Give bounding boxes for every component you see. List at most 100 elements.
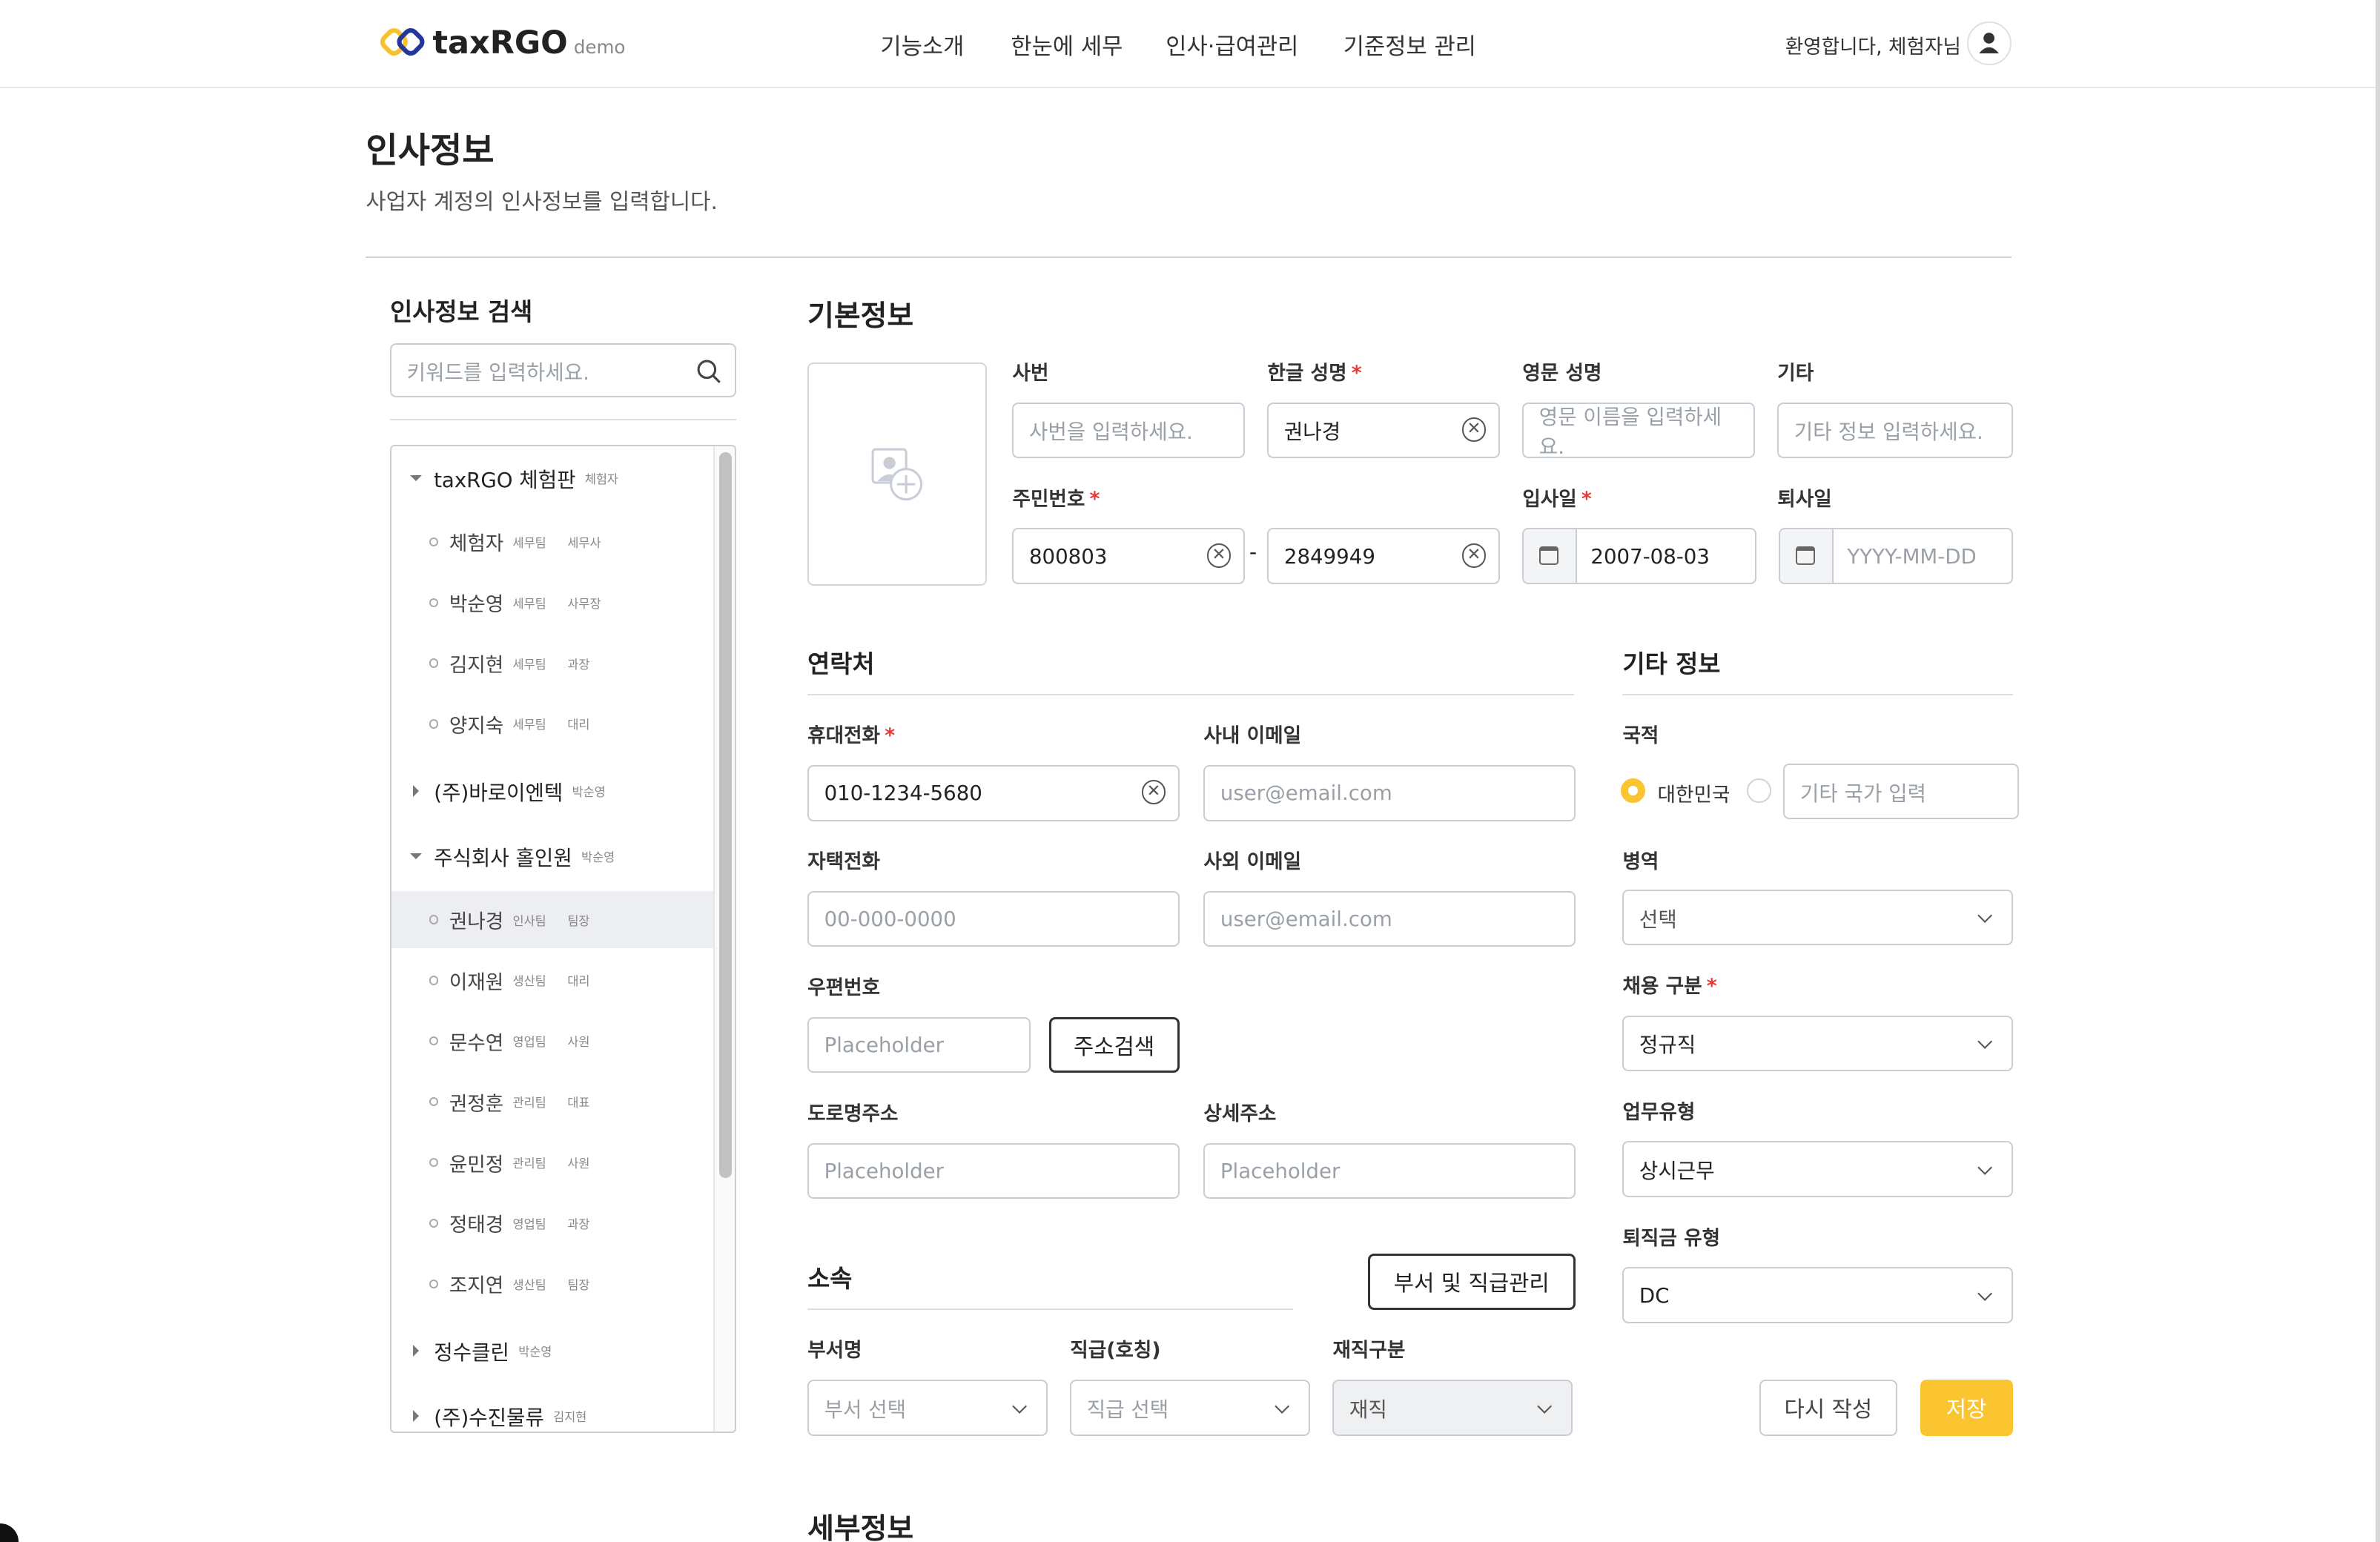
etc-input[interactable]: 기타 정보 입력하세요. — [1777, 402, 2013, 459]
rrn-front-input[interactable]: 800803 ✕ — [1012, 528, 1245, 585]
nav-tax-overview[interactable]: 한눈에 세무 — [1011, 27, 1123, 61]
rrn-back-input[interactable]: 2849949 ✕ — [1267, 528, 1500, 585]
caret-right-icon[interactable] — [412, 1344, 419, 1357]
bullet-icon[interactable] — [429, 537, 439, 546]
sidebar-search-input[interactable]: 키워드를 입력하세요. — [390, 343, 736, 398]
radio-korea-label[interactable]: 대한민국 — [1658, 778, 1731, 807]
rank-label: 직급(호칭) — [1070, 1339, 1161, 1363]
tree-group[interactable]: taxRGO 체험판 체험자 — [391, 448, 713, 509]
tree-item[interactable]: 정태경 영업팀 과장 — [391, 1194, 713, 1252]
tree-item-name: 조지연 — [449, 1274, 504, 1298]
chevron-down-icon — [1274, 1398, 1290, 1414]
dept-select[interactable]: 부서 선택 — [807, 1379, 1048, 1436]
bullet-icon[interactable] — [429, 719, 439, 729]
bullet-icon[interactable] — [429, 658, 439, 668]
radio-other-country[interactable] — [1747, 778, 1772, 803]
bullet-icon[interactable] — [429, 976, 439, 985]
tree-item-rank: 팀장 — [567, 913, 590, 928]
tree-group[interactable]: 주식회사 홀인원 박순영 — [391, 826, 713, 887]
tree-item[interactable]: 박순영 세무팀 사무장 — [391, 574, 713, 632]
eng-name-input[interactable]: 영문 이름을 입력하세요. — [1522, 402, 1755, 459]
detail-address-input[interactable]: Placeholder — [1203, 1142, 1576, 1199]
caret-right-icon[interactable] — [412, 1409, 419, 1422]
reset-button[interactable]: 다시 작성 — [1759, 1379, 1897, 1436]
tree-item-rank: 사원 — [567, 1156, 590, 1171]
mobile-input[interactable]: 010-1234-5680 ✕ — [807, 764, 1180, 821]
tree-item[interactable]: 이재원 생산팀 대리 — [391, 952, 713, 1010]
other-country-input[interactable]: 기타 국가 입력 — [1783, 763, 2019, 820]
logo-suffix: demo — [573, 36, 626, 58]
work-email-input[interactable]: user@email.com — [1203, 764, 1576, 821]
logo[interactable]: taxRGO demo — [380, 24, 626, 62]
nationality-label: 국적 — [1622, 724, 1659, 748]
severance-select[interactable]: DC — [1622, 1267, 2013, 1324]
tree-item-dept: 세무팀 — [512, 718, 546, 732]
caret-down-icon[interactable] — [409, 474, 422, 481]
photo-upload[interactable] — [807, 363, 987, 586]
nav-features[interactable]: 기능소개 — [880, 27, 964, 61]
rank-select[interactable]: 직급 선택 — [1070, 1379, 1310, 1436]
tree-item[interactable]: 체험자 세무팀 세무사 — [391, 513, 713, 571]
caret-right-icon[interactable] — [412, 784, 419, 797]
bullet-icon[interactable] — [429, 1097, 439, 1107]
tree-group[interactable]: (주)바로이엔텍 박순영 — [391, 761, 713, 821]
bullet-icon[interactable] — [429, 1158, 439, 1168]
status-select[interactable]: 재직 — [1332, 1379, 1573, 1436]
tree-group-owner: 박순영 — [581, 850, 615, 864]
tree-item[interactable]: 양지숙 세무팀 대리 — [391, 695, 713, 753]
tree-item[interactable]: 문수연 영업팀 사원 — [391, 1012, 713, 1070]
leave-date-input[interactable]: YYYY-MM-DD — [1779, 528, 2013, 585]
nav-hr-payroll[interactable]: 인사·급여관리 — [1166, 27, 1298, 61]
tree-item[interactable]: 윤민정 관리팀 사원 — [391, 1134, 713, 1191]
clear-icon[interactable]: ✕ — [1141, 780, 1166, 804]
emp-no-input[interactable]: 사번을 입력하세요. — [1012, 402, 1245, 459]
radio-korea[interactable] — [1621, 778, 1646, 803]
address-search-button[interactable]: 주소검색 — [1048, 1016, 1180, 1073]
search-icon[interactable] — [695, 358, 723, 386]
kor-name-input[interactable]: 권나경 ✕ — [1267, 402, 1500, 459]
tree-group-label: (주)수진물류 — [434, 1405, 544, 1430]
zip-input[interactable]: Placeholder — [807, 1016, 1031, 1073]
employment-select[interactable]: 정규직 — [1622, 1015, 2013, 1072]
bullet-icon[interactable] — [429, 598, 439, 607]
dept-rank-manage-button[interactable]: 부서 및 직급관리 — [1367, 1253, 1576, 1310]
caret-down-icon[interactable] — [409, 853, 422, 859]
tree-group[interactable]: (주)수진물류 김지현 — [391, 1386, 713, 1432]
road-address-input[interactable]: Placeholder — [807, 1142, 1180, 1199]
calendar-icon[interactable] — [1524, 529, 1577, 583]
emp-no-label: 사번 — [1012, 362, 1049, 386]
avatar[interactable] — [1967, 21, 2012, 66]
tree-item-rank: 대리 — [567, 974, 590, 989]
tree-item[interactable]: 김지현 세무팀 과장 — [391, 635, 713, 692]
bullet-icon[interactable] — [429, 1279, 439, 1288]
clear-icon[interactable]: ✕ — [1461, 417, 1487, 442]
tree-item[interactable]: 조지연 생산팀 팀장 — [391, 1255, 713, 1313]
work-type-select[interactable]: 상시근무 — [1622, 1141, 2013, 1198]
tree-item-dept: 세무팀 — [512, 657, 546, 672]
tree-item[interactable]: 권나경 인사팀 팀장 — [391, 890, 714, 949]
bullet-icon[interactable] — [429, 1218, 439, 1228]
clear-icon[interactable]: ✕ — [1206, 543, 1232, 568]
military-select[interactable]: 선택 — [1622, 889, 2013, 946]
employment-value: 정규직 — [1639, 1033, 1696, 1058]
org-tree: taxRGO 체험판 체험자 체험자 세무팀 세무사 박순영 세무팀 사무장 김지현 세무팀 과장 양… — [390, 444, 736, 1433]
status-value: 재직 — [1349, 1397, 1387, 1422]
bullet-icon[interactable] — [429, 915, 439, 924]
calendar-icon[interactable] — [1780, 529, 1834, 583]
tree-item[interactable]: 권정훈 관리팀 대표 — [391, 1073, 713, 1131]
other-country-placeholder: 기타 국가 입력 — [1799, 781, 1926, 806]
tree-scrollbar[interactable] — [713, 446, 735, 1432]
dept-placeholder: 부서 선택 — [824, 1397, 907, 1422]
employment-label-text: 채용 구분 — [1622, 975, 1702, 999]
detail-address-label: 상세주소 — [1203, 1102, 1277, 1126]
tree-scrollbar-thumb[interactable] — [719, 452, 732, 1178]
clear-icon[interactable]: ✕ — [1461, 543, 1487, 568]
nav-master-data[interactable]: 기준정보 관리 — [1343, 27, 1476, 61]
personal-email-input[interactable]: user@email.com — [1203, 890, 1576, 947]
join-date-input[interactable]: 2007-08-03 — [1522, 528, 1756, 585]
tree-group[interactable]: 정수클린 박순영 — [391, 1320, 713, 1381]
bullet-icon[interactable] — [429, 1036, 439, 1046]
home-phone-input[interactable]: 00-000-0000 — [807, 890, 1180, 947]
rrn-separator: - — [1249, 538, 1257, 564]
save-button[interactable]: 저장 — [1920, 1379, 2013, 1436]
